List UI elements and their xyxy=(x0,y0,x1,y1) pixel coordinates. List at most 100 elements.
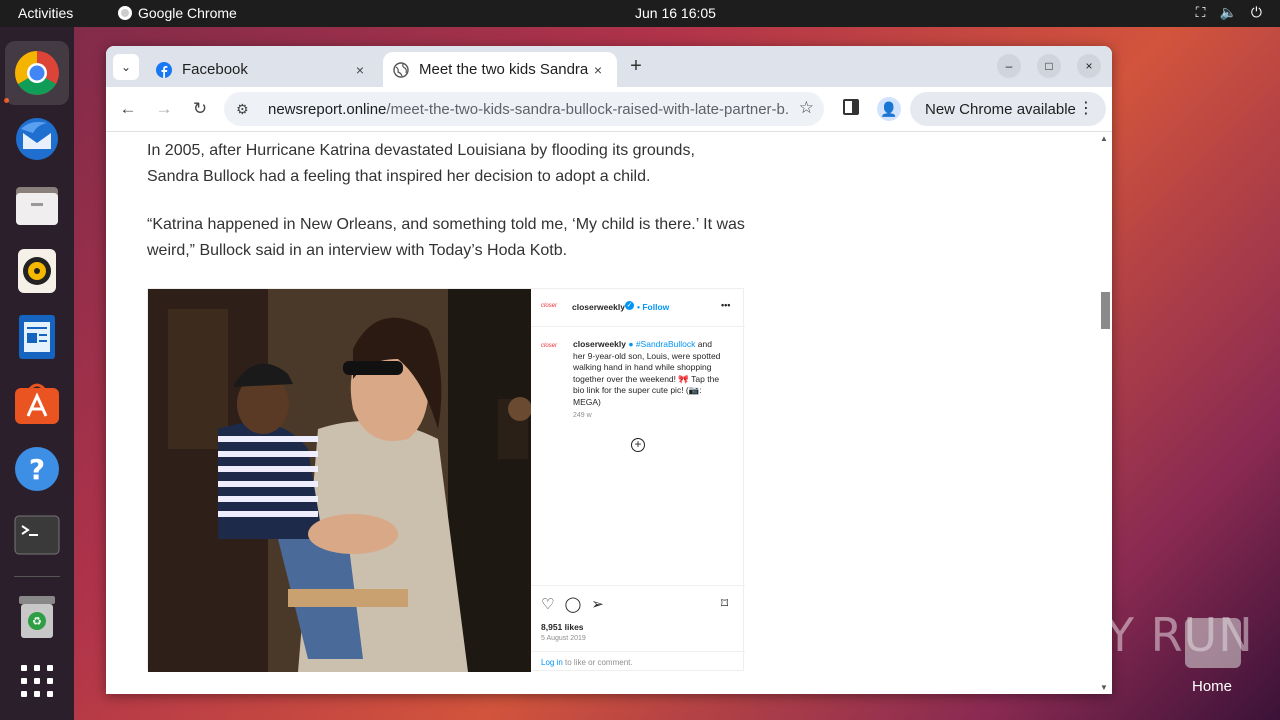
svg-text:?: ? xyxy=(29,453,45,486)
writer-launcher[interactable] xyxy=(11,311,63,363)
follow-button[interactable]: • Follow xyxy=(637,302,669,312)
libreoffice-writer-icon xyxy=(19,315,55,359)
help-launcher[interactable]: ? xyxy=(11,443,63,495)
chevron-down-icon: ⌄ xyxy=(120,60,132,74)
app-name: Google Chrome xyxy=(138,5,237,21)
url-path: /meet-the-two-kids-sandra-bullock-raised… xyxy=(386,100,788,118)
tab-title: Facebook xyxy=(182,61,248,78)
article-paragraph: “Katrina happened in New Orleans, and so… xyxy=(147,216,745,259)
minimize-button[interactable]: – xyxy=(997,54,1021,78)
reload-button[interactable]: ↻ xyxy=(188,97,212,121)
rhythmbox-launcher[interactable] xyxy=(11,245,63,297)
app-center-icon xyxy=(15,383,59,424)
instagram-panel: closer closerweekly ✓ • Follow ••• close… xyxy=(531,289,745,672)
forward-arrow-icon: → xyxy=(155,99,173,118)
facebook-icon xyxy=(156,61,172,78)
comment-icon[interactable]: ◯ xyxy=(564,595,581,613)
maximize-button[interactable]: □ xyxy=(1037,54,1061,78)
chrome-launcher[interactable] xyxy=(5,41,69,105)
side-panel-icon[interactable] xyxy=(843,99,859,115)
thunderbird-icon xyxy=(16,118,58,160)
globe-icon xyxy=(393,61,409,78)
reload-icon: ↻ xyxy=(192,99,208,118)
divider xyxy=(531,585,745,586)
tab-article[interactable]: Meet the two kids Sandra × xyxy=(383,52,617,87)
post-date: 5 August 2019 xyxy=(541,635,586,642)
app-center-launcher[interactable] xyxy=(11,377,63,429)
login-prompt: Log in to like or comment. xyxy=(541,658,633,667)
bookmark-star-icon[interactable]: ☆ xyxy=(799,98,814,118)
article-photo xyxy=(148,289,531,672)
instagram-header: closer closerweekly ✓ • Follow ••• xyxy=(531,289,745,327)
home-folder-label[interactable]: Home xyxy=(1192,678,1232,695)
article-paragraph: In 2005, after Hurricane Katrina devasta… xyxy=(147,142,695,185)
show-apps-button[interactable] xyxy=(11,655,63,707)
new-tab-button[interactable]: + xyxy=(624,55,648,78)
page-content: In 2005, after Hurricane Katrina devasta… xyxy=(106,132,1098,694)
close-button[interactable]: × xyxy=(1077,54,1101,78)
post-age: 249 w xyxy=(573,412,592,419)
tab-close-button[interactable]: × xyxy=(589,62,607,78)
tab-facebook[interactable]: Facebook × xyxy=(146,52,379,87)
volume-icon: 🔈 xyxy=(1219,4,1237,20)
files-launcher[interactable] xyxy=(11,179,63,231)
tab-search-button[interactable]: ⌄ xyxy=(113,54,139,80)
power-icon: ⏻ xyxy=(1250,4,1262,20)
caption-user[interactable]: closerweekly xyxy=(573,339,626,349)
photo-illustration xyxy=(148,289,531,672)
site-info-icon[interactable]: ⚙ xyxy=(236,101,254,118)
svg-text:♻: ♻ xyxy=(32,615,42,628)
chrome-window: ⌄ Facebook × Meet the two kids Sandra × … xyxy=(106,46,1112,694)
chrome-icon xyxy=(118,6,132,20)
scrollbar-thumb[interactable] xyxy=(1101,292,1110,329)
instagram-embed[interactable]: closer closerweekly ✓ • Follow ••• close… xyxy=(147,288,745,672)
network-icon: ⛶ xyxy=(1195,4,1206,20)
app-menu[interactable]: Google Chrome xyxy=(118,5,237,21)
more-menu-icon[interactable]: ⋮ xyxy=(1078,98,1094,118)
login-link[interactable]: Log in xyxy=(541,658,563,667)
bookmark-icon[interactable]: ⌑ xyxy=(721,595,728,612)
likes-count[interactable]: 8,951 likes xyxy=(541,622,584,632)
rhythmbox-icon xyxy=(18,249,56,293)
closer-logo: closer xyxy=(541,343,558,349)
back-button[interactable]: ← xyxy=(116,97,140,121)
account-name[interactable]: closerweekly xyxy=(572,302,625,312)
home-folder-icon[interactable] xyxy=(1185,618,1241,668)
address-bar[interactable]: ⚙ newsreport.online/meet-the-two-kids-sa… xyxy=(224,92,824,126)
chrome-icon xyxy=(15,51,59,95)
terminal-launcher[interactable] xyxy=(11,509,63,561)
back-arrow-icon: ← xyxy=(119,99,137,118)
clock[interactable]: Jun 16 16:05 xyxy=(635,5,716,21)
tab-title: Meet the two kids Sandra xyxy=(419,61,589,78)
add-circle-icon[interactable]: + xyxy=(631,438,645,452)
dock-separator xyxy=(14,576,60,577)
more-options-icon[interactable]: ••• xyxy=(721,300,730,310)
verified-icon: ✓ xyxy=(625,301,634,310)
tab-strip: ⌄ Facebook × Meet the two kids Sandra × … xyxy=(106,46,1112,87)
caption-text: and her 9-year-old son, Louis, were spot… xyxy=(573,339,721,407)
url-text[interactable]: newsreport.online/meet-the-two-kids-sand… xyxy=(268,101,788,118)
update-chrome-button[interactable]: New Chrome available ⋮ xyxy=(910,92,1106,126)
closer-logo: closer xyxy=(541,303,558,309)
profile-avatar[interactable]: 👤 xyxy=(877,97,901,121)
forward-button[interactable]: → xyxy=(152,97,176,121)
action-row: ♡ ◯ ➢ xyxy=(541,595,604,613)
share-icon[interactable]: ➢ xyxy=(591,595,604,613)
terminal-icon xyxy=(14,515,60,555)
scroll-up-icon[interactable]: ▲ xyxy=(1100,134,1108,143)
tab-close-button[interactable]: × xyxy=(351,62,369,78)
url-domain: newsreport.online xyxy=(268,100,387,118)
update-label: New Chrome available xyxy=(925,100,1076,118)
scroll-down-icon[interactable]: ▼ xyxy=(1100,683,1108,692)
maximize-icon: □ xyxy=(1045,59,1053,73)
activities-button[interactable]: Activities xyxy=(18,5,73,21)
toolbar: ← → ↻ ⚙ newsreport.online/meet-the-two-k… xyxy=(106,87,1112,132)
dock: ? ♻ xyxy=(0,27,74,720)
thunderbird-launcher[interactable] xyxy=(11,113,63,165)
system-tray[interactable]: ⛶ 🔈 ⏻ xyxy=(1196,4,1262,21)
hashtag-link[interactable]: #SandraBullock xyxy=(636,339,696,349)
heart-icon[interactable]: ♡ xyxy=(541,595,554,613)
login-text: to like or comment. xyxy=(562,658,633,667)
help-icon: ? xyxy=(15,447,59,491)
trash-launcher[interactable]: ♻ xyxy=(11,591,63,643)
